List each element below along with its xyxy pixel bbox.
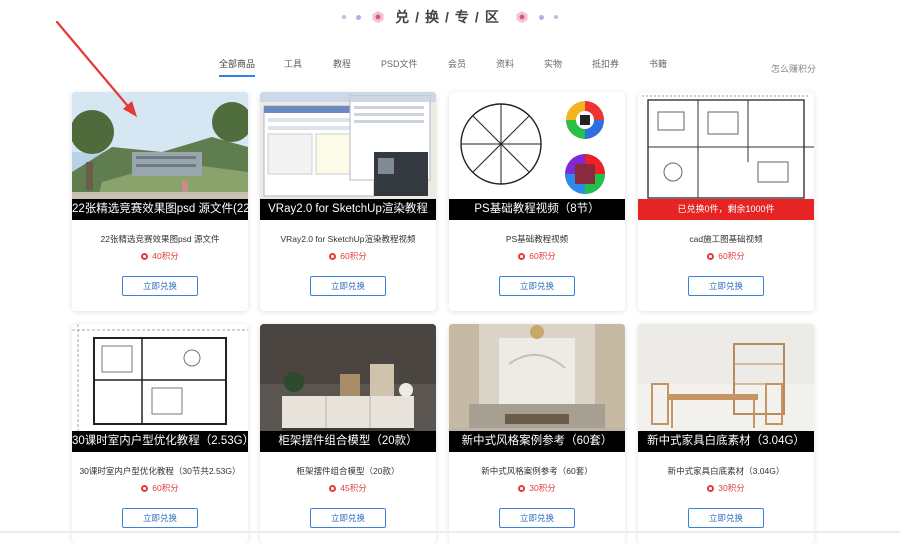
tab-physical[interactable]: 实物 [544, 57, 562, 70]
points-value: 60积分 [718, 251, 745, 261]
product-card[interactable]: PS基础教程视频（8节） PS基础教程视频 60积分 立即兑换 [449, 92, 625, 311]
decor-dot [553, 15, 558, 19]
points-value: 30积分 [718, 483, 745, 493]
tab-tools[interactable]: 工具 [284, 57, 302, 70]
product-card[interactable]: 新中式家具白底素材（3.04G） 新中式家具白底素材（3.04G） 30积分 立… [638, 324, 814, 543]
redeem-button[interactable]: 立即兑换 [122, 508, 198, 528]
points-value: 60积分 [340, 251, 367, 261]
points-value: 30积分 [529, 483, 556, 493]
tab-all[interactable]: 全部商品 [219, 57, 256, 77]
points-value: 60积分 [152, 483, 179, 493]
points-coin-icon [329, 485, 337, 492]
product-image-caption: 新中式家具白底素材（3.04G） [638, 431, 814, 452]
product-points: 40积分 [72, 250, 248, 262]
product-image[interactable]: 柜架摆件组合模型（20款） [260, 324, 436, 452]
points-coin-icon [518, 253, 526, 260]
decor-dot [356, 14, 362, 20]
product-name[interactable]: 柜架摆件组合模型（20款） [266, 465, 430, 477]
product-image-caption: 新中式风格案例参考（60套） [449, 431, 625, 452]
product-image[interactable]: 30课时室内户型优化教程（2.53G） [72, 324, 248, 452]
product-card[interactable]: 柜架摆件组合模型（20款） 柜架摆件组合模型（20款） 45积分 立即兑换 [260, 324, 436, 543]
product-name[interactable]: VRay2.0 for SketchUp渲染教程视频 [266, 233, 430, 245]
points-value: 45积分 [340, 483, 367, 493]
product-image-caption: 柜架摆件组合模型（20款） [260, 431, 436, 452]
product-image-caption: 22张精选竞赛效果图psd 源文件(22张) [72, 199, 248, 220]
product-points: 60积分 [449, 250, 625, 262]
product-image[interactable]: VRay2.0 for SketchUp渲染教程 [260, 92, 436, 220]
product-card[interactable]: 22张精选竞赛效果图psd 源文件(22张) 22张精选竞赛效果图psd 源文件… [72, 92, 248, 311]
hexagon-icon [371, 10, 385, 24]
product-name[interactable]: 新中式家具白底素材（3.04G） [644, 465, 808, 477]
redeem-button[interactable]: 立即兑换 [499, 276, 575, 296]
product-card[interactable]: 30课时室内户型优化教程（2.53G） 30课时室内户型优化教程（30节共2.5… [72, 324, 248, 543]
tab-coupons[interactable]: 抵扣券 [592, 57, 619, 70]
product-image[interactable]: 新中式风格案例参考（60套） [449, 324, 625, 452]
redeem-button[interactable]: 立即兑换 [122, 276, 198, 296]
product-points: 30积分 [449, 482, 625, 494]
product-card[interactable]: VRay2.0 for SketchUp渲染教程 VRay2.0 for Ske… [260, 92, 436, 311]
product-points: 60积分 [72, 482, 248, 494]
product-image-caption: VRay2.0 for SketchUp渲染教程 [260, 199, 436, 220]
product-image[interactable]: 新中式家具白底素材（3.04G） [638, 324, 814, 452]
how-to-earn-link[interactable]: 怎么赚积分 [771, 62, 816, 75]
product-card[interactable]: 新中式风格案例参考（60套） 新中式风格案例参考（60套） 30积分 立即兑换 [449, 324, 625, 543]
decor-dot [342, 15, 347, 19]
product-name[interactable]: 30课时室内户型优化教程（30节共2.53G） [78, 465, 242, 477]
product-name[interactable]: 新中式风格案例参考（60套） [455, 465, 619, 477]
redeem-button[interactable]: 立即兑换 [499, 508, 575, 528]
tab-tutorials[interactable]: 教程 [333, 57, 351, 70]
redeem-button[interactable]: 立即兑换 [310, 508, 386, 528]
product-name[interactable]: 22张精选竞赛效果图psd 源文件 [78, 233, 242, 245]
category-tabs: 全部商品 工具 教程 PSD文件 会员 资料 实物 抵扣券 书籍 [0, 57, 900, 77]
product-points: 60积分 [638, 250, 814, 262]
points-coin-icon [141, 253, 149, 260]
product-name[interactable]: cad施工图基础视频 [644, 233, 808, 245]
page-title: 兑/换/专/区 [395, 9, 505, 25]
product-image[interactable]: 22张精选竞赛效果图psd 源文件(22张) [72, 92, 248, 220]
points-coin-icon [141, 485, 149, 492]
section-title: 兑/换/专/区 [0, 6, 900, 28]
stock-status-banner: 已兑换0件，剩余1000件 [638, 199, 814, 220]
points-coin-icon [518, 485, 526, 492]
redeem-button[interactable]: 立即兑换 [310, 276, 386, 296]
product-image-caption: PS基础教程视频（8节） [449, 199, 625, 220]
product-points: 60积分 [260, 250, 436, 262]
product-image-caption: 30课时室内户型优化教程（2.53G） [72, 431, 248, 452]
product-name[interactable]: PS基础教程视频 [455, 233, 619, 245]
product-points: 45积分 [260, 482, 436, 494]
tab-membership[interactable]: 会员 [448, 57, 466, 70]
tab-books[interactable]: 书籍 [649, 57, 667, 70]
points-coin-icon [707, 253, 715, 260]
tab-materials[interactable]: 资料 [496, 57, 514, 70]
decor-dot [538, 14, 544, 20]
product-image[interactable]: 已兑换0件，剩余1000件 [638, 92, 814, 220]
product-image[interactable]: PS基础教程视频（8节） [449, 92, 625, 220]
points-value: 60积分 [529, 251, 556, 261]
points-value: 40积分 [152, 251, 179, 261]
points-coin-icon [329, 253, 337, 260]
hexagon-icon [515, 10, 529, 24]
redeem-button[interactable]: 立即兑换 [688, 276, 764, 296]
tab-psd[interactable]: PSD文件 [381, 57, 418, 70]
redeem-button[interactable]: 立即兑换 [688, 508, 764, 528]
product-points: 30积分 [638, 482, 814, 494]
points-coin-icon [707, 485, 715, 492]
product-card[interactable]: 已兑换0件，剩余1000件 cad施工图基础视频 60积分 立即兑换 [638, 92, 814, 311]
